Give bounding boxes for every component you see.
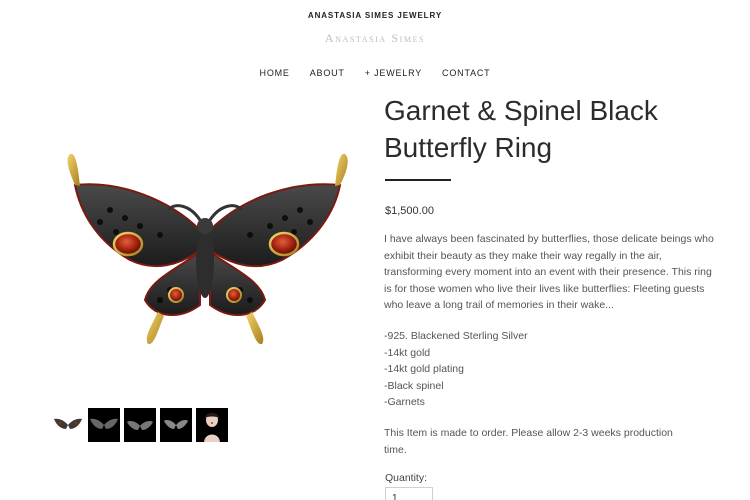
gold-prong-left-bottom [146, 312, 164, 345]
spec-item: -925. Blackened Sterling Silver [384, 330, 528, 342]
gold-prong-right-top [335, 153, 348, 186]
garnet-right-large [268, 231, 300, 257]
thumbnail-5[interactable] [196, 408, 228, 442]
nav-contact[interactable]: CONTACT [432, 68, 500, 78]
main-nav: HOME ABOUT + JEWELRY CONTACT [0, 68, 750, 78]
nav-jewelry[interactable]: + JEWELRY [355, 68, 432, 78]
thumbnail-1[interactable] [52, 408, 84, 442]
quantity-label: Quantity: [385, 472, 428, 484]
nav-about[interactable]: ABOUT [300, 68, 355, 78]
product-price: $1,500.00 [385, 205, 434, 217]
nav-home[interactable]: HOME [250, 68, 300, 78]
quantity-input[interactable] [385, 487, 433, 500]
spec-item: -14kt gold [384, 346, 431, 359]
spec-item: -14kt gold plating [384, 363, 464, 376]
brand-small-title[interactable]: ANASTASIA SIMES JEWELRY [0, 11, 750, 20]
garnet-right-small [226, 287, 242, 303]
thumbnail-4[interactable] [160, 408, 192, 442]
thumbnail-3[interactable] [124, 408, 156, 442]
gold-prong-right-bottom [246, 312, 264, 345]
spec-item: -Garnets [384, 396, 425, 409]
product-title: Garnet & Spinel Black Butterfly Ring [384, 95, 658, 163]
product-specs: -925. Blackened Sterling Silver -14kt go… [384, 328, 684, 411]
garnet-left-small [168, 287, 184, 303]
title-divider [385, 179, 451, 181]
garnet-left-large [112, 231, 144, 257]
gold-prong-left-top [67, 153, 80, 186]
product-page: ANASTASIA SIMES JEWELRY Anastasia Simes … [0, 0, 750, 500]
thumbnail-2[interactable] [88, 408, 120, 442]
product-description: I have always been fascinated by butterf… [384, 233, 714, 312]
product-main-image[interactable] [50, 140, 360, 370]
made-to-order-note: This Item is made to order. Please allow… [384, 427, 673, 456]
spec-item: -Black spinel [384, 379, 444, 392]
thumbnail-strip [52, 408, 228, 442]
site-logo[interactable]: Anastasia Simes [0, 31, 750, 46]
